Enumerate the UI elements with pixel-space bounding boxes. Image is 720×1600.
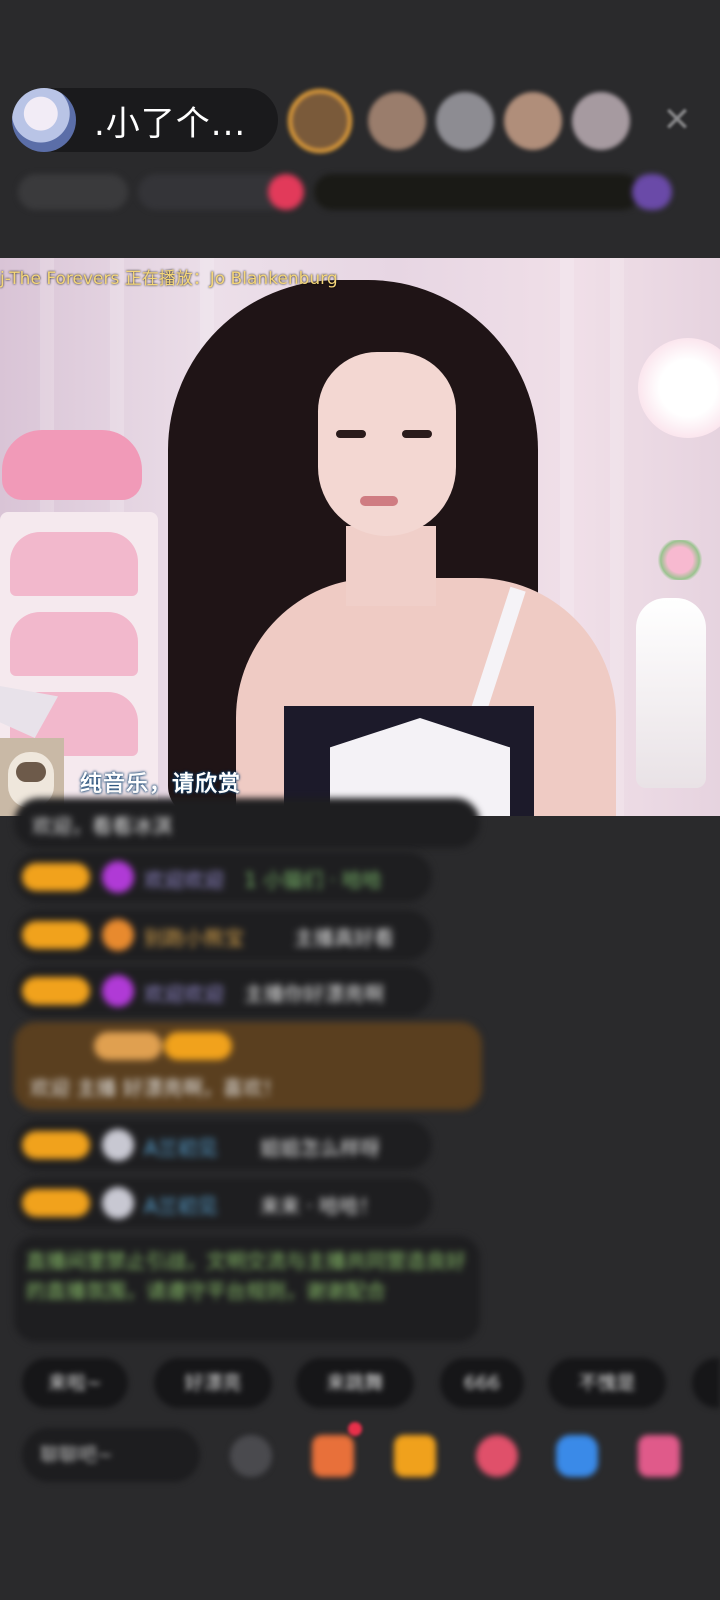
highlight-chat-message[interactable]: 欢迎 主播 好漂亮啊，喜欢！: [14, 1022, 482, 1110]
shelf-compartment: [10, 612, 138, 676]
streamer-neck: [346, 526, 436, 606]
quick-reply-button[interactable]: 来啦~: [22, 1358, 128, 1408]
viewer-avatar[interactable]: [504, 92, 562, 150]
chat-text: 来来 · 哈哈！: [260, 1194, 380, 1218]
host-info-pill[interactable]: .小了个...: [12, 88, 278, 152]
level-badge: [22, 1131, 90, 1159]
plush-toy: [2, 430, 142, 500]
streamer-eye: [402, 430, 432, 438]
system-notice-text: 直播间里禁止引战，文明交流与主播共同营造良好的直播氛围，请遵守平台规则，谢谢配合: [26, 1249, 466, 1303]
chat-username[interactable]: A兰初见: [144, 1190, 218, 1219]
hand-icon: [102, 919, 134, 951]
system-notice: 直播间里禁止引战，文明交流与主播共同营造良好的直播氛围，请遵守平台规则，谢谢配合: [14, 1236, 480, 1342]
close-icon[interactable]: ✕: [660, 103, 694, 137]
shelf-compartment: [10, 532, 138, 596]
streamer-eye: [336, 430, 366, 438]
level-badge: [22, 977, 90, 1005]
viewer-avatar[interactable]: [368, 92, 426, 150]
live-video[interactable]: j-The Forevers 正在播放：Jo Blankenburg 纯音乐，请…: [0, 258, 720, 816]
chat-text: 欢迎，看看冰淇: [32, 814, 172, 838]
vase: [636, 598, 706, 788]
chat-message[interactable]: A兰初见 来来 · 哈哈！: [14, 1178, 432, 1228]
cloud-icon: [102, 1187, 134, 1219]
streamer-face: [318, 352, 456, 536]
now-playing-text: j-The Forevers 正在播放：Jo Blankenburg: [0, 269, 338, 289]
chat-message[interactable]: 欢迎欢迎 1 小猫们 · 哈哈: [14, 852, 432, 902]
gem-icon: [102, 861, 134, 893]
host-avatar[interactable]: [12, 88, 76, 152]
chat-message[interactable]: 欢迎，看看冰淇: [14, 798, 480, 848]
info-strip[interactable]: [18, 170, 688, 214]
chat-message[interactable]: 欢迎欢迎 主播你好漂亮啊: [14, 966, 432, 1016]
grid-icon[interactable]: [638, 1435, 680, 1477]
chat-username[interactable]: 欢迎欢迎: [144, 978, 224, 1007]
host-name: .小了个...: [94, 103, 247, 144]
activity-icon[interactable]: [632, 174, 672, 210]
lamp: [638, 338, 720, 438]
quick-reply-button-partial[interactable]: [692, 1358, 720, 1408]
game-icon[interactable]: [556, 1435, 598, 1477]
treasure-icon[interactable]: [394, 1435, 436, 1477]
emoji-icon[interactable]: [230, 1435, 272, 1477]
cloud-icon: [102, 1129, 134, 1161]
chat-text: 主播真好看: [294, 926, 394, 950]
viewer-avatar[interactable]: [572, 92, 630, 150]
chat-text: 1 小猫们 · 哈哈: [244, 868, 383, 892]
chat-message[interactable]: A兰初见 姐姐怎么样呀: [14, 1120, 432, 1170]
gift-box-icon[interactable]: [312, 1435, 354, 1477]
top-viewer-avatar[interactable]: [288, 89, 352, 153]
flowers: [655, 540, 705, 580]
chat-input[interactable]: 聊聊吧~: [22, 1428, 200, 1482]
fan-chip[interactable]: [138, 174, 288, 210]
level-badge: [22, 921, 90, 949]
rank-chip[interactable]: [18, 174, 128, 210]
vip-badge: [94, 1032, 162, 1060]
streamer-mouth: [360, 496, 398, 506]
quick-reply-button[interactable]: 不愧是: [548, 1358, 666, 1408]
activity-banner[interactable]: [314, 174, 640, 210]
level-badge: [22, 1189, 90, 1217]
quick-reply-button[interactable]: 好漂亮: [154, 1358, 272, 1408]
chat-username[interactable]: A兰初见: [144, 1132, 218, 1161]
chat-text: 姐姐怎么样呀: [260, 1136, 380, 1160]
level-badge: [164, 1032, 232, 1060]
viewer-avatar[interactable]: [436, 92, 494, 150]
music-subtitle: 纯音乐，请欣赏: [80, 772, 242, 797]
chat-text: 欢迎 主播 好漂亮啊，喜欢！: [30, 1076, 283, 1100]
heart-icon[interactable]: [476, 1435, 518, 1477]
gem-icon: [102, 975, 134, 1007]
chat-message[interactable]: 别跑小熊宝 主播真好看: [14, 910, 432, 960]
quick-reply-button[interactable]: 来跳舞: [296, 1358, 414, 1408]
live-dot-icon: [268, 174, 304, 210]
quick-reply-button[interactable]: 666: [440, 1358, 524, 1408]
chat-username[interactable]: 别跑小熊宝: [144, 922, 244, 951]
chat-username[interactable]: 欢迎欢迎: [144, 864, 224, 893]
chat-text: 主播你好漂亮啊: [244, 982, 384, 1006]
level-badge: [22, 863, 90, 891]
notification-dot: [348, 1422, 362, 1436]
